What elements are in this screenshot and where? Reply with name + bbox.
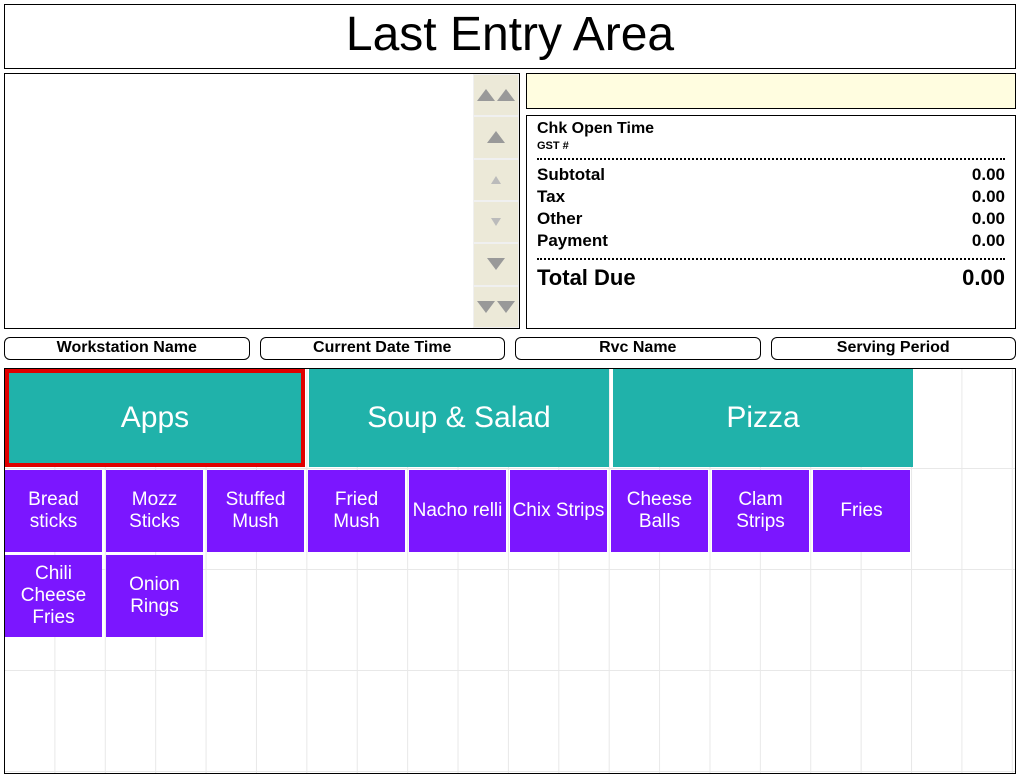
subtotal-value: 0.00 [972,164,1005,186]
current-date-time: Current Date Time [260,337,506,360]
up-icon [487,131,505,143]
item-onion-rings[interactable]: Onion Rings [106,555,203,637]
item-fries[interactable]: Fries [813,470,910,552]
tax-value: 0.00 [972,186,1005,208]
item-fried-mush[interactable]: Fried Mush [308,470,405,552]
scroll-bottom-button[interactable] [473,286,519,328]
item-bread-sticks[interactable]: Bread sticks [5,470,102,552]
total-due-line: Total Due 0.00 [537,264,1005,293]
down-icon [487,258,505,270]
item-cheese-balls[interactable]: Cheese Balls [611,470,708,552]
item-chili-cheese-fries[interactable]: Chili Cheese Fries [5,555,102,637]
info-row: Workstation Name Current Date Time Rvc N… [4,337,1016,360]
order-list[interactable] [5,74,473,328]
check-summary: Chk Open Time GST # Subtotal 0.00 Tax 0.… [526,115,1016,329]
item-nacho-relli[interactable]: Nacho relli [409,470,506,552]
other-label: Other [537,208,582,230]
scroll-up-button[interactable] [473,116,519,158]
total-due-label: Total Due [537,264,636,293]
item-chix-strips[interactable]: Chix Strips [510,470,607,552]
tax-line: Tax 0.00 [537,186,1005,208]
menu-grid: Apps Soup & Salad Pizza Bread sticks Moz… [4,368,1016,774]
serving-period: Serving Period [771,337,1017,360]
double-down-icon [477,301,515,313]
double-up-icon [477,89,515,101]
category-apps[interactable]: Apps [5,369,305,467]
divider [537,258,1005,260]
total-due-value: 0.00 [962,264,1005,293]
scroll-down-small-button[interactable] [473,201,519,243]
message-bar [526,73,1016,109]
scroll-top-button[interactable] [473,74,519,116]
other-value: 0.00 [972,208,1005,230]
divider [537,158,1005,160]
scroll-buttons [473,74,519,328]
item-stuffed-mush[interactable]: Stuffed Mush [207,470,304,552]
item-row-1: Bread sticks Mozz Sticks Stuffed Mush Fr… [5,470,1015,552]
rvc-name: Rvc Name [515,337,761,360]
gst-label: GST # [537,140,1005,152]
subtotal-line: Subtotal 0.00 [537,164,1005,186]
small-down-icon [491,218,501,226]
check-open-time-label: Chk Open Time [537,120,1005,138]
order-list-panel [4,73,520,329]
other-line: Other 0.00 [537,208,1005,230]
scroll-down-button[interactable] [473,243,519,285]
tax-label: Tax [537,186,565,208]
scroll-up-small-button[interactable] [473,159,519,201]
category-pizza[interactable]: Pizza [613,369,913,467]
payment-line: Payment 0.00 [537,230,1005,252]
payment-value: 0.00 [972,230,1005,252]
category-row: Apps Soup & Salad Pizza [5,369,1015,467]
workstation-name: Workstation Name [4,337,250,360]
page-title: Last Entry Area [4,4,1016,69]
category-soup-salad[interactable]: Soup & Salad [309,369,609,467]
subtotal-label: Subtotal [537,164,605,186]
payment-label: Payment [537,230,608,252]
item-clam-strips[interactable]: Clam Strips [712,470,809,552]
item-row-2: Chili Cheese Fries Onion Rings [5,555,1015,637]
item-mozz-sticks[interactable]: Mozz Sticks [106,470,203,552]
small-up-icon [491,176,501,184]
